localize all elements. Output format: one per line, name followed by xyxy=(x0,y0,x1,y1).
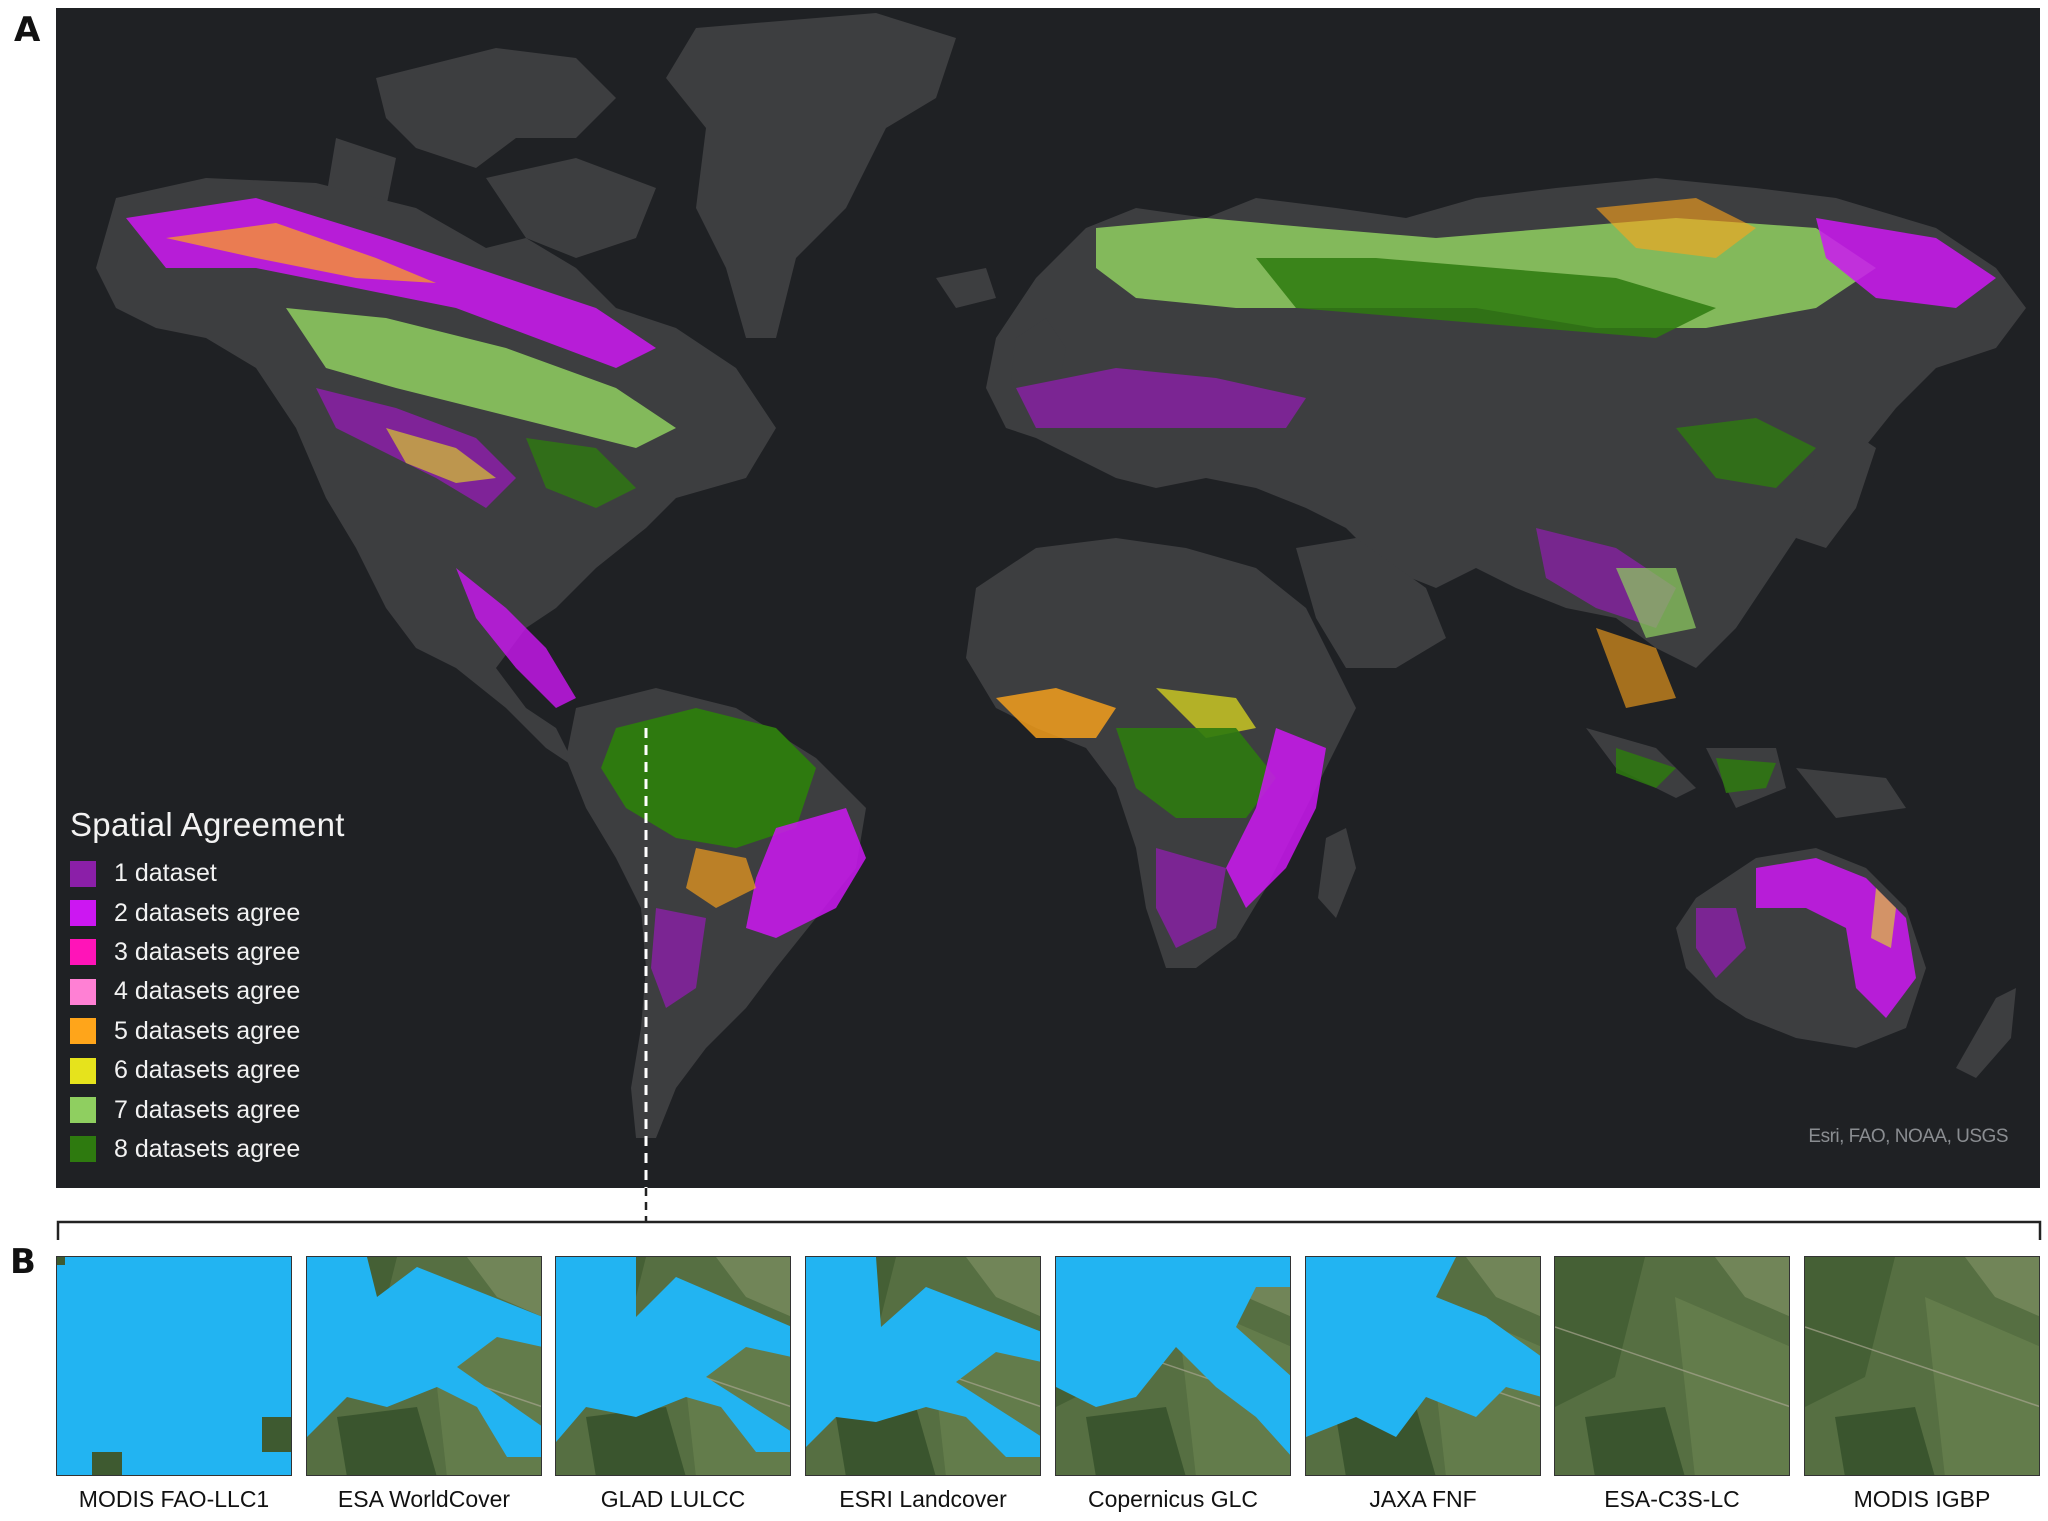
legend: Spatial Agreement 1 dataset 2 datasets ag… xyxy=(70,806,345,1169)
legend-label: 3 datasets agree xyxy=(114,937,301,966)
iceland xyxy=(936,268,996,308)
map-attribution: Esri, FAO, NOAA, USGS xyxy=(1808,1126,2008,1147)
legend-label: 6 datasets agree xyxy=(114,1056,301,1085)
panel-b-letter: B xyxy=(10,1242,36,1282)
thumbnail-label: MODIS FAO-LLC1 xyxy=(78,1486,270,1512)
thumbnail-label: ESA WorldCover xyxy=(337,1486,511,1512)
dataset-thumbnail xyxy=(1804,1256,2040,1476)
legend-label: 7 datasets agree xyxy=(114,1095,301,1124)
legend-swatch xyxy=(70,978,96,1005)
legend-item: 1 dataset xyxy=(70,854,345,893)
dataset-thumbnail xyxy=(1554,1256,1790,1476)
satellite-image xyxy=(1805,1257,2039,1475)
thumbnail-label: ESA-C3S-LC xyxy=(1604,1486,1740,1512)
legend-label: 2 datasets agree xyxy=(114,898,301,927)
thumbnail-label: JAXA FNF xyxy=(1369,1486,1477,1512)
satellite-image xyxy=(1555,1257,1789,1475)
dataset-thumbnail xyxy=(306,1256,542,1476)
satellite-image xyxy=(556,1257,790,1475)
thumbnail-label: ESRI Landcover xyxy=(839,1486,1007,1512)
satellite-image xyxy=(307,1257,541,1475)
panel-a-letter: A xyxy=(14,10,41,50)
legend-label: 8 datasets agree xyxy=(114,1134,301,1163)
legend-label: 1 dataset xyxy=(114,859,217,888)
dataset-thumbnail xyxy=(1305,1256,1541,1476)
madagascar xyxy=(1318,828,1356,918)
legend-item: 5 datasets agree xyxy=(70,1012,345,1051)
legend-swatch xyxy=(70,1057,96,1084)
legend-item: 4 datasets agree xyxy=(70,972,345,1011)
legend-swatch xyxy=(70,1018,96,1045)
legend-item: 3 datasets agree xyxy=(70,933,345,972)
land-masses xyxy=(96,13,2026,1138)
legend-label: 4 datasets agree xyxy=(114,977,301,1006)
satellite-image xyxy=(1306,1257,1540,1475)
satellite-image xyxy=(57,1257,291,1475)
thumbnail-label: MODIS IGBP xyxy=(1853,1486,1991,1512)
satellite-image xyxy=(806,1257,1040,1475)
greenland xyxy=(666,13,956,338)
dataset-thumbnail xyxy=(1055,1256,1291,1476)
thumbnail-label: Copernicus GLC xyxy=(1087,1486,1259,1512)
legend-items: 1 dataset 2 datasets agree 3 datasets agre… xyxy=(70,854,345,1169)
dataset-thumbnails xyxy=(56,1256,2040,1476)
legend-item: 6 datasets agree xyxy=(70,1051,345,1090)
satellite-image xyxy=(1056,1257,1290,1475)
map-canvas xyxy=(96,13,2026,1188)
dataset-thumbnail xyxy=(555,1256,791,1476)
new-zealand xyxy=(1956,988,2016,1078)
legend-item: 7 datasets agree xyxy=(70,1090,345,1129)
world-map: Spatial Agreement 1 dataset 2 datasets ag… xyxy=(56,8,2040,1188)
legend-swatch xyxy=(70,1136,96,1163)
legend-item: 8 datasets agree xyxy=(70,1130,345,1169)
legend-label: 5 datasets agree xyxy=(114,1016,301,1045)
legend-item: 2 datasets agree xyxy=(70,893,345,932)
dataset-thumbnail xyxy=(56,1256,292,1476)
dataset-thumbnail xyxy=(805,1256,1041,1476)
thumbnail-label: GLAD LULCC xyxy=(600,1486,746,1512)
legend-swatch xyxy=(70,860,96,887)
legend-swatch xyxy=(70,939,96,966)
legend-swatch xyxy=(70,1097,96,1124)
legend-swatch xyxy=(70,900,96,927)
legend-title: Spatial Agreement xyxy=(70,806,345,843)
